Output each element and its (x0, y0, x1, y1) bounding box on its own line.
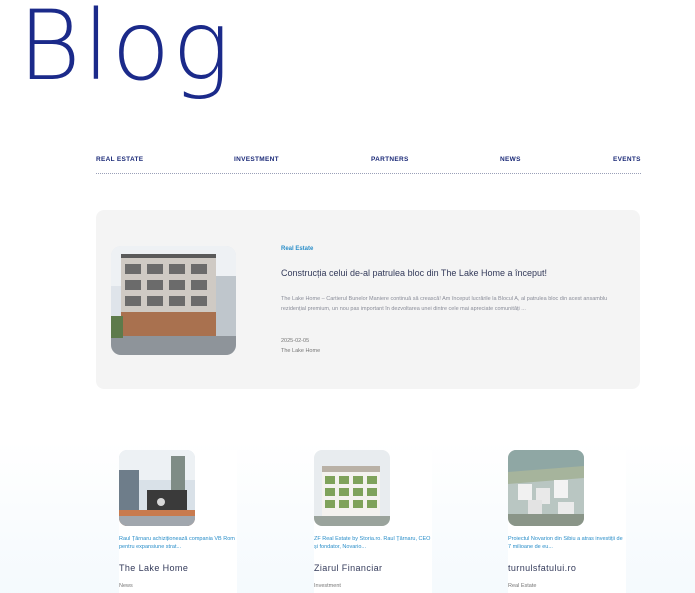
post-card-source: turnulsfatului.ro (508, 563, 577, 573)
post-card[interactable]: ZF Real Estate by Storia.ro. Raul Țărnar… (314, 450, 432, 593)
post-card-source: The Lake Home (119, 563, 189, 573)
post-card-category: Investment (314, 583, 341, 589)
nav-item-real-estate[interactable]: REAL ESTATE (96, 156, 143, 163)
featured-post-source: The Lake Home (281, 348, 321, 354)
post-card[interactable]: Raul Țărnaru achiziționează compania VB … (119, 450, 237, 593)
page-title: Blog (18, 0, 232, 102)
nav-item-partners[interactable]: PARTNERS (371, 156, 409, 163)
featured-post-title[interactable]: Construcția celui de-al patrulea bloc di… (281, 268, 547, 278)
post-card-headline[interactable]: Proiectul Novarion din Sibiu a atras inv… (508, 535, 626, 551)
post-card-image[interactable] (314, 450, 390, 526)
post-card[interactable]: Proiectul Novarion din Sibiu a atras inv… (508, 450, 626, 593)
post-card-headline[interactable]: Raul Țărnaru achiziționează compania VB … (119, 535, 237, 551)
post-card-category: Real Estate (508, 583, 537, 589)
featured-post-image[interactable] (111, 246, 236, 355)
post-card-headline[interactable]: ZF Real Estate by Storia.ro. Raul Țărnar… (314, 535, 432, 551)
featured-post-category[interactable]: Real Estate (281, 246, 313, 252)
post-card-image[interactable] (508, 450, 584, 526)
nav-item-investment[interactable]: INVESTMENT (234, 156, 279, 163)
nav-item-events[interactable]: EVENTS (613, 156, 641, 163)
category-nav: REAL ESTATE INVESTMENT PARTNERS NEWS EVE… (96, 156, 641, 178)
post-card-category: News (119, 583, 133, 589)
nav-item-news[interactable]: NEWS (500, 156, 521, 163)
post-card-image[interactable] (119, 450, 195, 526)
featured-post-date: 2025-02-05 (281, 338, 310, 344)
featured-post[interactable]: Real Estate Construcția celui de-al patr… (96, 210, 640, 389)
nav-divider (96, 173, 641, 174)
post-card-source: Ziarul Financiar (314, 563, 383, 573)
featured-post-excerpt: The Lake Home – Cartierul Bunelor Manier… (281, 296, 608, 312)
